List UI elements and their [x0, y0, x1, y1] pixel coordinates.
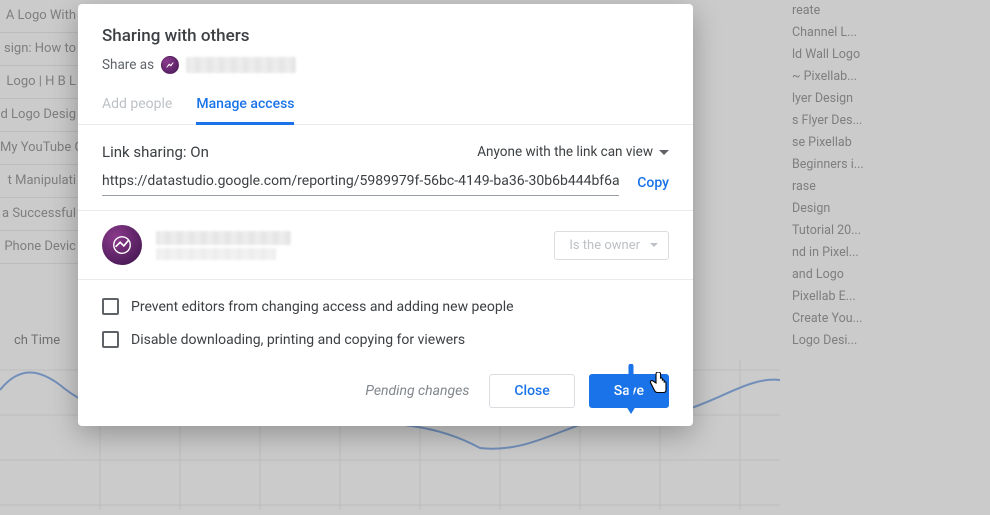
owner-row: [102, 225, 291, 265]
link-sharing-status: Link sharing: On: [102, 143, 209, 161]
pending-changes-label: Pending changes: [365, 383, 469, 399]
share-as-row: Share as: [102, 56, 669, 74]
link-permission-dropdown[interactable]: Anyone with the link can view: [477, 144, 669, 160]
owner-avatar-icon: [102, 225, 142, 265]
option-prevent-label: Prevent editors from changing access and…: [131, 299, 514, 315]
pointer-cursor-icon: [648, 372, 670, 396]
tab-add-people[interactable]: Add people: [102, 96, 172, 124]
dialog-title: Sharing with others: [102, 26, 669, 46]
close-button[interactable]: Close: [489, 374, 574, 408]
share-as-label: Share as: [102, 57, 154, 73]
option-disable-label: Disable downloading, printing and copyin…: [131, 332, 465, 348]
annotation-arrow-icon: [618, 364, 644, 416]
owner-role-select[interactable]: Is the owner: [554, 231, 669, 260]
owner-email-redacted: [156, 248, 276, 260]
checkbox-icon[interactable]: [102, 298, 119, 315]
user-avatar-icon: [161, 56, 179, 74]
option-disable-download[interactable]: Disable downloading, printing and copyin…: [102, 331, 669, 348]
share-url-input[interactable]: [102, 169, 619, 196]
chevron-down-icon: [659, 150, 669, 155]
owner-name-redacted: [156, 231, 291, 245]
tabs: Add people Manage access: [78, 96, 693, 125]
link-permission-label: Anyone with the link can view: [477, 144, 653, 160]
user-name-redacted: [186, 57, 296, 73]
copy-button[interactable]: Copy: [637, 175, 669, 191]
checkbox-icon[interactable]: [102, 331, 119, 348]
tab-manage-access[interactable]: Manage access: [196, 96, 294, 125]
sharing-dialog: Sharing with others Share as Add people …: [78, 4, 693, 426]
option-prevent-editors[interactable]: Prevent editors from changing access and…: [102, 298, 669, 315]
